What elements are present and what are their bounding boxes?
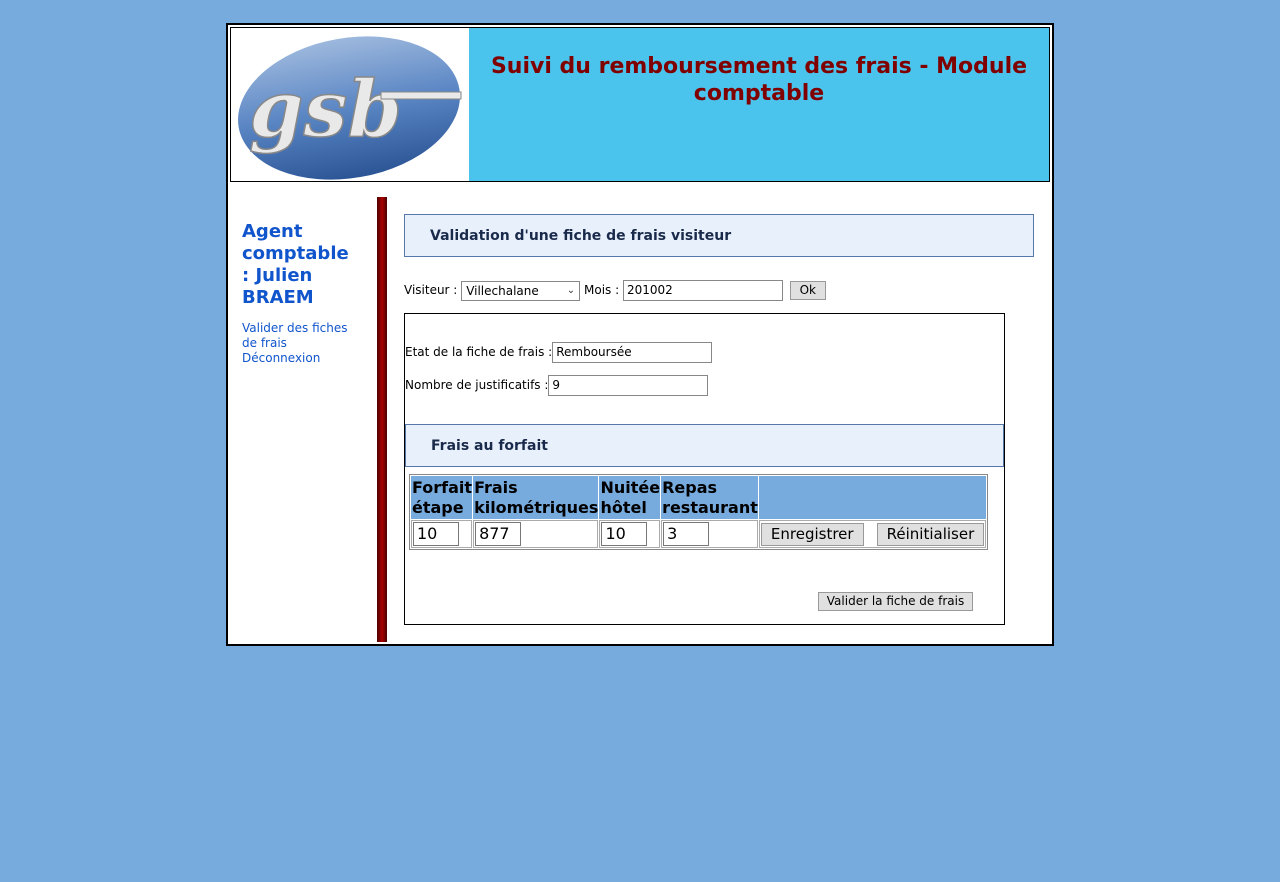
visiteur-selected-value: Villechalane <box>466 283 539 298</box>
sidebar: Agent comptable : Julien BRAEM Valider d… <box>242 221 362 366</box>
chevron-down-icon: ⌄ <box>566 284 576 296</box>
app-title: Suivi du remboursement des frais - Modul… <box>490 54 1028 106</box>
nav-deconnexion[interactable]: Déconnexion <box>242 351 362 366</box>
etat-row: Etat de la fiche de frais : Remboursée <box>405 341 713 363</box>
logo-lettering: gsb <box>249 64 402 155</box>
selection-row: Visiteur : Villechalane ⌄ Mois : 201002 … <box>404 279 1034 301</box>
valider-fiche-button[interactable]: Valider la fiche de frais <box>818 592 973 611</box>
fiche-frais-box: Etat de la fiche de frais : Remboursée No… <box>404 313 1005 625</box>
justificatifs-input[interactable]: 9 <box>548 375 709 396</box>
page-container: gsb Suivi du remboursement des frais - M… <box>226 23 1054 646</box>
col-nuitee-hotel: Nuitée hôtel <box>599 476 661 519</box>
validation-heading: Validation d'une fiche de frais visiteur <box>404 214 1034 257</box>
col-actions <box>758 476 987 519</box>
frais-km-input[interactable]: 877 <box>475 522 522 546</box>
col-repas-restaurant: Repas restaurant <box>661 476 758 519</box>
forfait-etape-input[interactable]: 10 <box>413 522 459 546</box>
mois-input[interactable]: 201002 <box>622 280 783 301</box>
agent-title: Agent comptable : Julien BRAEM <box>242 221 349 308</box>
visiteur-select[interactable]: Villechalane ⌄ <box>461 280 581 301</box>
nav-valider-fiches[interactable]: Valider des fiches de frais <box>242 321 362 351</box>
main-content: Validation d'une fiche de frais visiteur… <box>404 214 1034 625</box>
repas-restaurant-input[interactable]: 3 <box>663 522 710 546</box>
forfait-values-row: 10 877 10 3 Enregistrer Réinitialiser <box>411 520 987 548</box>
header-banner: gsb Suivi du remboursement des frais - M… <box>230 27 1050 182</box>
forfait-table: Forfait étape Frais kilométriques Nuitée… <box>409 474 989 550</box>
ok-button[interactable]: Ok <box>789 281 826 300</box>
nuitee-hotel-input[interactable]: 10 <box>601 522 648 546</box>
etat-input[interactable]: Remboursée <box>552 342 713 363</box>
justificatifs-row: Nombre de justificatifs :9 <box>405 374 709 396</box>
justificatifs-label: Nombre de justificatifs : <box>405 378 549 392</box>
gsb-logo: gsb <box>231 28 469 181</box>
vertical-divider <box>377 197 387 642</box>
visiteur-label: Visiteur : <box>404 283 458 297</box>
etat-label: Etat de la fiche de frais : <box>405 345 553 359</box>
forfait-heading: Frais au forfait <box>405 424 1004 467</box>
col-frais-km: Frais kilométriques <box>473 476 599 519</box>
mois-label: Mois : <box>584 283 620 297</box>
enregistrer-button[interactable]: Enregistrer <box>760 522 864 546</box>
col-forfait-etape: Forfait étape <box>411 476 473 519</box>
forfait-header-row: Forfait étape Frais kilométriques Nuitée… <box>411 476 987 519</box>
reinitialiser-button[interactable]: Réinitialiser <box>876 522 985 546</box>
